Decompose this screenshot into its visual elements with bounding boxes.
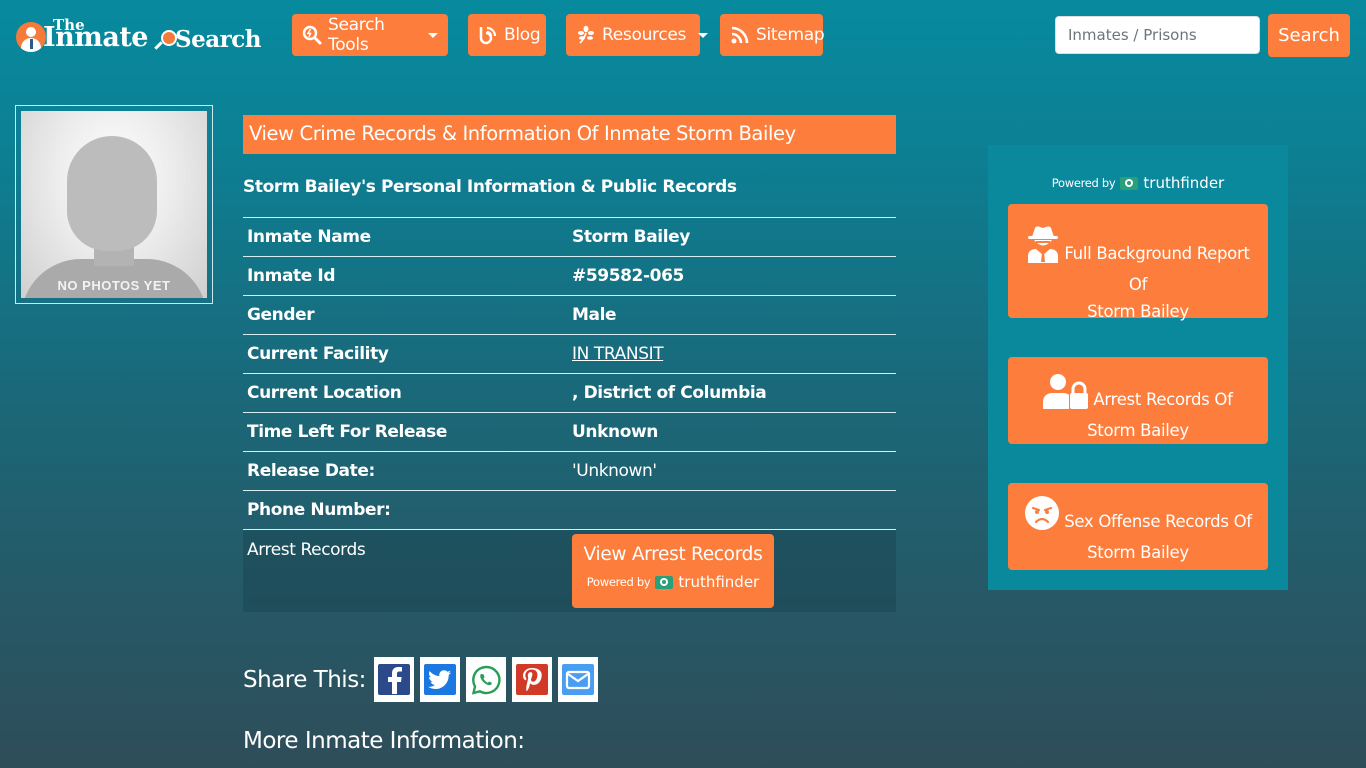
blog-icon: [478, 25, 498, 45]
powered-by: Powered by truthfinder: [988, 174, 1288, 192]
chevron-down-icon: [698, 32, 709, 38]
row-label: Current Facility: [243, 334, 568, 374]
facility-link[interactable]: IN TRANSIT: [572, 344, 664, 364]
share-label: Share This:: [243, 666, 366, 693]
powered-by-text: Powered by: [1051, 176, 1116, 190]
row-value: #59582-065: [568, 256, 896, 296]
row-label: Inmate Id: [243, 256, 568, 296]
rss-icon: [730, 25, 750, 45]
button-line-2: Storm Bailey: [1087, 421, 1189, 440]
table-row: Inmate Id #59582-065: [243, 256, 896, 296]
twitter-icon: [423, 664, 456, 695]
search-tools-icon: [302, 25, 322, 45]
button-line-1: Full Background Report: [1064, 244, 1250, 263]
inmate-photo-placeholder: NO PHOTOS YET: [21, 111, 207, 298]
nav-blog[interactable]: Blog: [468, 14, 546, 56]
button-line-2: Storm Bailey: [1087, 543, 1189, 562]
button-line-1: Arrest Records Of: [1093, 390, 1233, 409]
brand-name: truthfinder: [1143, 174, 1225, 192]
truthfinder-logo-icon: [655, 575, 674, 589]
search-button[interactable]: Search: [1268, 14, 1350, 57]
whatsapp-icon: [469, 664, 502, 695]
facebook-icon: [377, 664, 410, 695]
share-twitter-button[interactable]: [419, 657, 460, 702]
email-icon: [561, 664, 594, 695]
logo-search-text: Search: [175, 26, 262, 53]
photo-caption: NO PHOTOS YET: [57, 278, 171, 293]
button-line-1: Sex Offense Records Of: [1064, 512, 1252, 531]
share-facebook-button[interactable]: [373, 657, 414, 702]
row-label: Phone Number:: [243, 490, 568, 530]
nav-search-tools[interactable]: Search Tools: [292, 14, 448, 56]
nav-label: Resources: [602, 25, 687, 45]
table-row-arrest: Arrest Records View Arrest Records Power…: [243, 529, 896, 612]
truthfinder-logo-icon: [1120, 176, 1139, 190]
table-row: Inmate Name Storm Bailey: [243, 217, 896, 257]
table-row: Phone Number:: [243, 490, 896, 530]
powered-by: Powered by truthfinder: [587, 573, 759, 591]
row-label: Current Location: [243, 373, 568, 413]
table-row: Time Left For Release Unknown: [243, 412, 896, 452]
page-title: View Crime Records & Information Of Inma…: [243, 115, 896, 154]
pinterest-icon: [515, 664, 548, 695]
share-email-button[interactable]: [557, 657, 598, 702]
section-subtitle: Storm Bailey's Personal Information & Pu…: [243, 177, 737, 197]
nav-label: Blog: [504, 25, 541, 45]
row-label: Release Date:: [243, 451, 568, 491]
leaf-icon: [576, 25, 596, 45]
nav-resources[interactable]: Resources: [566, 14, 709, 56]
logo-avatar-icon: [16, 22, 46, 52]
truthfinder-side-panel: Powered by truthfinder Full Background R…: [988, 145, 1288, 590]
row-value: , District of Columbia: [568, 373, 896, 413]
user-lock-icon: [1043, 373, 1089, 417]
view-arrest-records-button[interactable]: View Arrest Records Powered by truthfind…: [572, 534, 774, 608]
sex-offense-records-button[interactable]: Sex Offense Records Of Storm Bailey: [1008, 483, 1268, 570]
button-line-3: Storm Bailey: [1087, 302, 1189, 321]
button-line-2: Of: [1128, 275, 1148, 294]
chevron-down-icon: [428, 32, 438, 38]
inmate-info-table: Inmate Name Storm Bailey Inmate Id #5958…: [243, 217, 896, 612]
row-value: 'Unknown': [568, 451, 896, 491]
powered-by-text: Powered by: [586, 575, 651, 589]
row-label: Time Left For Release: [243, 412, 568, 452]
angry-face-icon: [1024, 495, 1060, 539]
arrest-records-button[interactable]: Arrest Records Of Storm Bailey: [1008, 357, 1268, 444]
full-background-report-button[interactable]: Full Background Report Of Storm Bailey: [1008, 204, 1268, 321]
row-value: Storm Bailey: [568, 217, 896, 257]
table-row: Gender Male: [243, 295, 896, 335]
brand-name: truthfinder: [678, 573, 760, 591]
site-logo[interactable]: The Inmate Search: [15, 16, 270, 58]
nav-label: Search Tools: [328, 15, 385, 55]
row-value: Unknown: [568, 412, 896, 452]
row-label: Inmate Name: [243, 217, 568, 257]
logo-inmate-text: Inmate: [43, 22, 148, 53]
spy-icon: [1026, 225, 1060, 271]
nav-sitemap[interactable]: Sitemap: [720, 14, 825, 56]
search-input[interactable]: [1055, 16, 1260, 54]
nav-label: Sitemap: [756, 25, 825, 45]
inmate-photo-frame: NO PHOTOS YET: [15, 105, 213, 304]
row-label: Gender: [243, 295, 568, 335]
row-value: Male: [568, 295, 896, 335]
share-pinterest-button[interactable]: [511, 657, 552, 702]
more-inmate-info-heading: More Inmate Information:: [243, 728, 525, 754]
table-row: Release Date: 'Unknown': [243, 451, 896, 491]
row-value: [568, 490, 896, 530]
share-whatsapp-button[interactable]: [465, 657, 506, 702]
share-bar: Share This:: [243, 657, 598, 702]
table-row: Current Location , District of Columbia: [243, 373, 896, 413]
button-label: View Arrest Records: [583, 544, 763, 565]
table-row: Current Facility IN TRANSIT: [243, 334, 896, 374]
row-label: Arrest Records: [243, 529, 568, 612]
